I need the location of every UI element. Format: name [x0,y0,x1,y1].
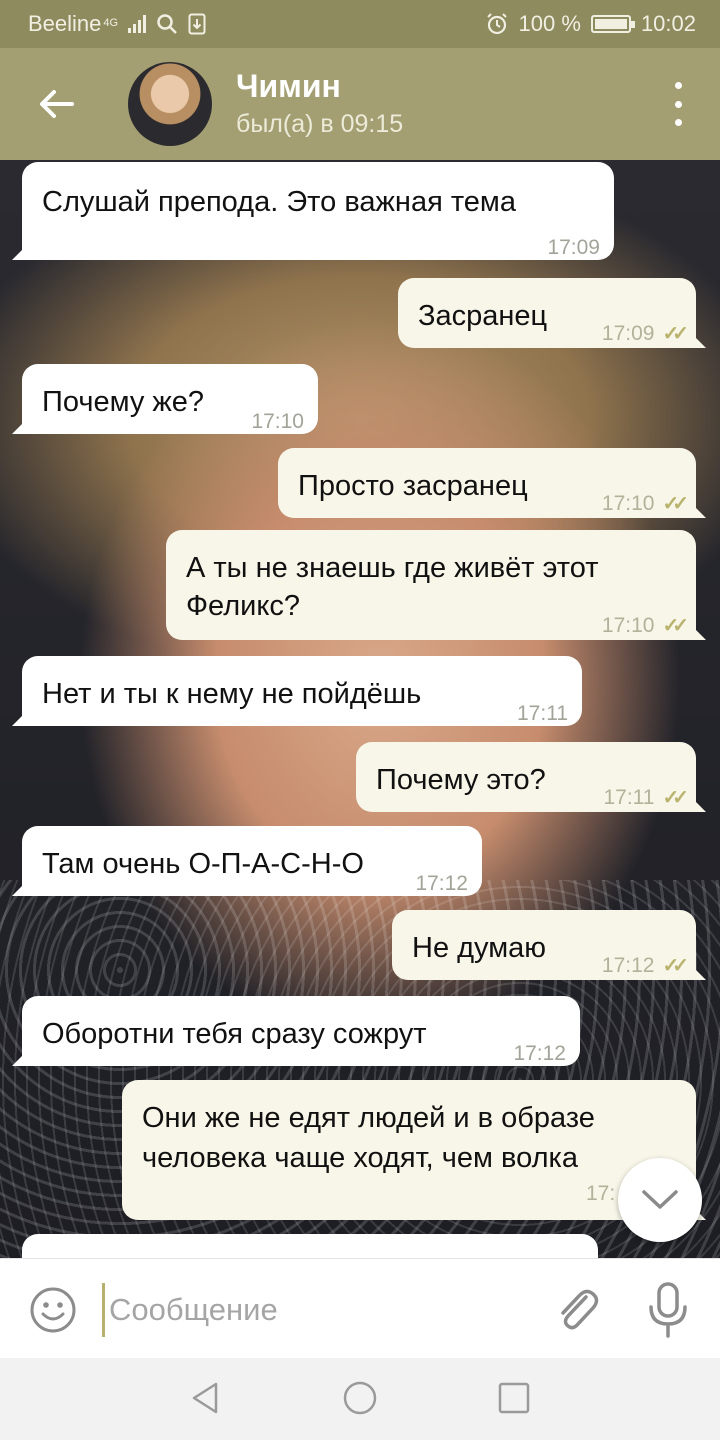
chevron-down-icon [642,1190,678,1209]
message-time: 17:10 [601,614,655,637]
mic-button[interactable] [646,1281,690,1339]
back-button[interactable] [30,78,82,130]
signal-icon [128,15,147,33]
network-label: 4G [103,17,119,29]
message-outgoing[interactable]: А ты не знаешь где живёт этот Феликс? 17… [166,530,706,640]
triangle-back-icon [192,1382,218,1414]
read-check-icon: ✓✓ [662,955,688,977]
message-text: А ты не знаешь где живёт этот [186,552,599,584]
alarm-icon [486,13,507,35]
message-time: 17:09 [547,236,600,259]
clock: 10:02 [640,11,696,36]
message-incoming[interactable]: Почему же? 17:10 [12,364,318,434]
chat-header: Чимин был(а) в 09:15 [0,48,720,160]
last-seen-status: был(а) в 09:15 [236,110,404,138]
battery-percent: 100 % [518,11,581,36]
message-outgoing[interactable]: Почему это? 17:11 ✓✓ [356,742,706,812]
message-text: Там очень О-П-А-С-Н-О [42,848,364,880]
download-icon [188,13,206,35]
message-outgoing[interactable]: Они же не едят людей и в образе человека… [122,1080,706,1220]
message-time: 17:10 [601,492,655,515]
message-time: 17:12 [601,954,655,977]
attach-button[interactable] [552,1283,602,1337]
message-time: 17:10 [251,410,304,433]
nav-back-button[interactable] [186,1378,226,1418]
circle-home-icon [343,1381,377,1415]
message-text: Почему же? [42,386,205,418]
read-check-icon: ✓✓ [662,323,688,345]
square-recents-icon [498,1382,530,1414]
message-outgoing[interactable]: Просто засранец 17:10 ✓✓ [278,448,706,518]
message-time: 17:12 [415,872,468,895]
more-vert-icon[interactable] [666,82,690,126]
message-text: Засранец [418,300,548,332]
message-time: 17:09 [601,322,655,345]
message-text: Они же не едят людей и в образе [142,1102,595,1134]
mic-icon [649,1282,687,1338]
message-text: Слушай препода. Это важная тема [42,186,516,218]
message-text: Почему это? [376,764,546,796]
message-list[interactable]: Слушай препода. Это важная тема 17:09 За… [0,160,720,1258]
message-time: 17:11 [517,702,568,725]
message-meta: 17:09 ✓✓ [601,314,689,354]
read-check-icon: ✓✓ [662,493,688,515]
search-icon [157,14,177,34]
message-meta: 17:11 ✓✓ [603,778,688,818]
status-left: Beeline 4G [28,11,206,37]
system-nav-bar [0,1358,720,1440]
emoji-icon [30,1287,76,1333]
message-time: 17:12 [513,1042,566,1065]
message-text-line2: человека чаще ходят, чем волка [142,1142,578,1174]
message-text: Оборотни тебя сразу сожрут [42,1018,427,1050]
message-text: Просто засранец [298,470,528,502]
read-check-icon: ✓✓ [662,787,688,809]
status-bar: Beeline 4G 100 % 10:02 [0,0,720,48]
nav-recents-button[interactable] [494,1378,534,1418]
message-input[interactable] [102,1283,522,1337]
message-meta: 17:10 ✓✓ [601,606,689,646]
battery-fill [594,19,627,29]
read-check-icon: ✓✓ [662,615,688,637]
message-text: Нет и ты к нему не пойдёшь [42,678,422,710]
scroll-down-button[interactable] [618,1158,702,1242]
message-outgoing[interactable]: Не думаю 17:12 ✓✓ [392,910,706,980]
avatar[interactable] [128,62,212,146]
carrier-label: Beeline [28,11,102,36]
message-incoming[interactable]: Слушай препода. Это важная тема 17:09 [12,162,614,260]
back-arrow-icon [40,90,74,118]
message-incoming[interactable]: Там очень О-П-А-С-Н-О 17:12 [12,826,482,896]
message-incoming-partial[interactable] [22,1234,598,1258]
contact-name[interactable]: Чимин [236,68,341,105]
message-incoming[interactable]: Оборотни тебя сразу сожрут 17:12 [12,996,580,1066]
message-time: 17:11 [603,786,655,809]
message-meta: 17:12 ✓✓ [601,946,689,986]
nav-home-button[interactable] [340,1378,380,1418]
message-time: 17: [586,1182,616,1205]
paperclip-icon [561,1289,599,1330]
battery-charging-icon [590,15,635,33]
composer-bar [0,1258,720,1358]
message-text-line2: Феликс? [186,590,300,622]
emoji-button[interactable] [28,1285,78,1335]
status-right: 100 % 10:02 [485,11,696,37]
message-text: Не думаю [412,932,547,964]
message-outgoing[interactable]: Засранец 17:09 ✓✓ [398,278,706,348]
message-meta: 17:10 ✓✓ [601,484,689,524]
message-incoming[interactable]: Нет и ты к нему не пойдёшь 17:11 [12,656,582,726]
